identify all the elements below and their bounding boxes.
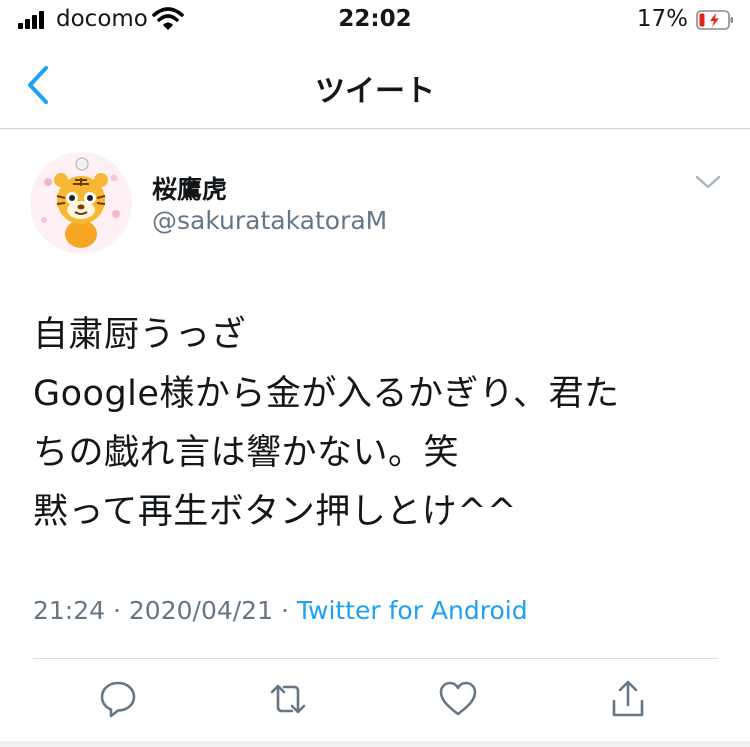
- share-icon[interactable]: [608, 679, 648, 719]
- retweet-icon[interactable]: [268, 679, 308, 719]
- display-name[interactable]: 桜鷹虎: [152, 170, 227, 206]
- bottom-edge: [0, 741, 750, 747]
- meta-separator: ·: [280, 596, 289, 625]
- battery-icon: [696, 10, 733, 30]
- meta-separator: ·: [113, 596, 121, 625]
- battery-percent: 17%: [636, 6, 688, 32]
- tweet-text-line: ちの戯れ言は響かない。笑: [33, 433, 460, 473]
- user-handle[interactable]: @sakuratakatoraM: [152, 206, 387, 235]
- divider: [33, 658, 718, 659]
- tiger-avatar-icon: [30, 152, 132, 254]
- tweet-text: 自粛厨うっざ Google様から金が入るかぎり、君た ちの戯れ言は響かない。笑 …: [33, 306, 733, 542]
- nav-bar: ツイート: [0, 44, 750, 129]
- tweet-source-link[interactable]: Twitter for Android: [297, 596, 528, 625]
- tweet-text-line: Google様から金が入るかぎり、君た: [33, 374, 620, 414]
- status-bar: docomo 22:02 17%: [0, 0, 750, 44]
- tweet-text-line: 黙って再生ボタン押しとけ^^: [33, 492, 517, 532]
- page-title: ツイート: [315, 74, 435, 109]
- reply-icon[interactable]: [98, 679, 138, 719]
- tweet-action-bar: [0, 675, 750, 725]
- tweet-time: 21:24: [33, 596, 106, 625]
- tweet-text-line: 自粛厨うっざ: [33, 315, 247, 355]
- avatar[interactable]: [30, 152, 132, 254]
- tweet-metadata: 21:24 · 2020/04/21 · Twitter for Android: [33, 596, 528, 625]
- tweet-date: 2020/04/21: [128, 596, 273, 625]
- chevron-down-icon[interactable]: [694, 172, 722, 192]
- heart-icon[interactable]: [438, 679, 478, 719]
